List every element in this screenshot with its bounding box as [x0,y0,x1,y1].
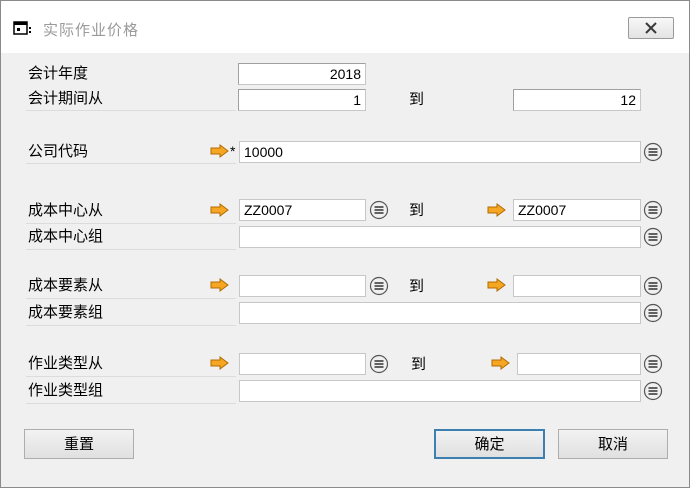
ok-button[interactable]: 确定 [434,429,545,459]
list-icon[interactable] [643,381,663,401]
arrow-right-icon [210,144,230,158]
row-divider [26,376,236,377]
title-bar: 实际作业价格 [1,1,689,53]
reset-button[interactable]: 重置 [24,429,134,459]
arrow-right-icon [210,278,230,292]
activity-type-group-label: 作业类型组 [28,381,104,399]
cost-center-to-label: 到 [409,201,425,219]
list-icon[interactable] [369,276,389,296]
list-icon[interactable] [643,227,663,247]
period-to-label: 到 [409,90,425,108]
dialog-window: 实际作业价格 会计年度 2018 会计期间从 1 到 12 公司代码 * 100… [0,0,690,488]
cancel-button[interactable]: 取消 [558,429,668,459]
cost-center-group-label: 成本中心组 [28,227,104,245]
list-icon[interactable] [643,276,663,296]
activity-type-from-label: 作业类型从 [28,354,104,372]
list-icon[interactable] [369,354,389,374]
arrow-right-icon [487,278,507,292]
cost-element-from-input[interactable] [239,275,366,297]
cost-element-to-label: 到 [409,277,425,295]
row-divider [26,403,236,404]
fiscal-year-input[interactable]: 2018 [238,63,366,85]
period-from-label: 会计期间从 [28,89,104,107]
row-divider [26,325,236,326]
required-mark: * [230,143,236,159]
list-icon[interactable] [643,303,663,323]
cost-center-from-label: 成本中心从 [28,201,104,219]
arrow-right-icon [210,356,230,370]
cost-center-group-input[interactable] [239,226,641,248]
activity-type-to-input[interactable] [517,353,641,375]
period-to-input[interactable]: 12 [513,89,641,111]
cost-center-from-input[interactable]: ZZ0007 [239,199,366,221]
arrow-right-icon [491,356,511,370]
arrow-right-icon [487,203,507,217]
close-icon [645,22,657,34]
row-divider [26,110,236,111]
row-divider [26,223,236,224]
cost-element-group-input[interactable] [239,302,641,324]
list-icon[interactable] [643,200,663,220]
cost-element-group-label: 成本要素组 [28,303,104,321]
cost-element-from-label: 成本要素从 [28,276,104,294]
fiscal-year-label: 会计年度 [28,64,89,82]
company-code-label: 公司代码 [28,142,89,160]
row-divider [26,298,236,299]
app-window-icon [13,21,35,37]
cost-center-to-input[interactable]: ZZ0007 [513,199,641,221]
row-divider [26,249,236,250]
company-code-input[interactable]: 10000 [239,141,641,163]
activity-type-from-input[interactable] [239,353,366,375]
list-icon[interactable] [643,354,663,374]
list-icon[interactable] [643,142,663,162]
activity-type-group-input[interactable] [239,380,641,402]
row-divider [26,163,236,164]
arrow-right-icon [210,203,230,217]
close-button[interactable] [628,17,674,39]
period-from-input[interactable]: 1 [238,89,366,111]
cost-element-to-input[interactable] [513,275,641,297]
list-icon[interactable] [369,200,389,220]
activity-type-to-label: 到 [411,355,427,373]
window-title: 实际作业价格 [43,21,140,39]
